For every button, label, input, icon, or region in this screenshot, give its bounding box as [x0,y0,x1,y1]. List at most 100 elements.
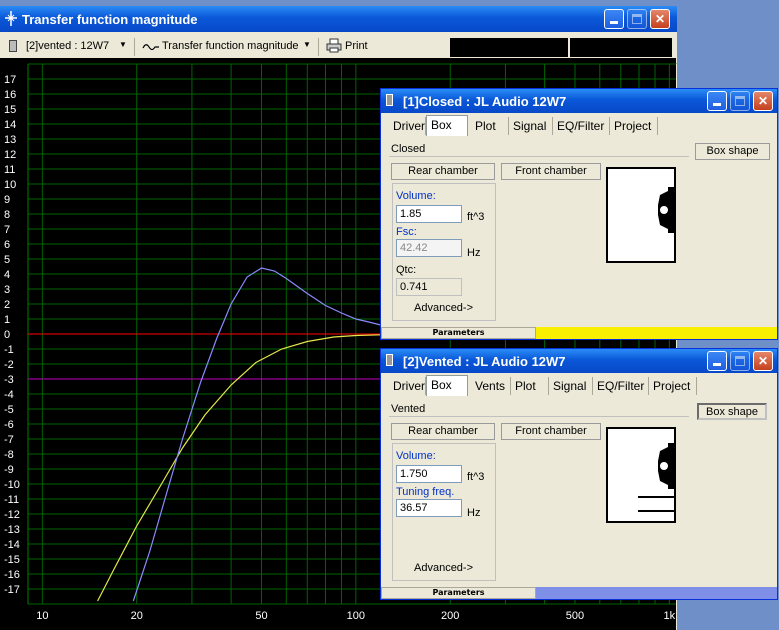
vented-box-window: [2]Vented : JL Audio 12W7 ✕ Driver Box V… [380,348,778,600]
print-button[interactable]: Print [345,40,368,52]
y-tick-label: -12 [4,509,20,521]
minimize-icon [610,21,618,24]
tab-plot[interactable]: Plot [511,377,549,395]
volume-unit: ft^3 [467,471,485,483]
printer-icon[interactable] [326,38,342,53]
tab-box[interactable]: Box [426,115,468,136]
tuning-freq-input[interactable]: 36.57 [396,499,462,517]
parameters-label: Parameters [381,587,536,599]
tab-project[interactable]: Project [610,117,658,135]
closed-maximize-button[interactable] [730,91,750,111]
box-icon [386,94,393,106]
tab-signal[interactable]: Signal [509,117,553,135]
y-tick-label: 5 [4,254,10,266]
advanced-button[interactable]: Advanced-> [414,562,473,574]
project-select[interactable]: [2]vented : 12W7 [26,40,109,52]
vented-maximize-button[interactable] [730,351,750,371]
x-tick-label: 10 [36,610,48,622]
y-tick-label: -8 [4,449,14,461]
box-type-label: Closed [389,143,689,157]
toolbar-separator [134,38,135,56]
fsc-unit: Hz [467,247,481,259]
y-tick-label: 9 [4,194,10,206]
rear-chamber-button[interactable]: Rear chamber [391,163,495,180]
x-tick-label: 500 [566,610,584,622]
tab-plot[interactable]: Plot [471,117,509,135]
y-tick-label: 16 [4,89,16,101]
vented-status-bar: Parameters [381,587,777,599]
status-display-2 [570,38,672,57]
y-tick-label: -14 [4,539,20,551]
view-select[interactable]: Transfer function magnitude [162,40,299,52]
closed-box-panel: Closed Box shape Rear chamber Front cham… [389,139,771,323]
advanced-button[interactable]: Advanced-> [414,302,473,314]
y-tick-label: 6 [4,239,10,251]
qtc-label: Qtc: [396,264,417,276]
y-tick-label: -5 [4,404,14,416]
closed-minimize-button[interactable] [707,91,727,111]
project-icon [9,40,17,52]
tab-box[interactable]: Box [426,375,468,396]
box-shape-button[interactable]: Box shape [697,403,767,420]
y-tick-label: -4 [4,389,14,401]
vented-status-fill [536,587,777,599]
main-titlebar[interactable]: Transfer function magnitude ✕ [0,6,677,32]
volume-input[interactable]: 1.85 [396,205,462,223]
chevron-down-icon[interactable]: ▼ [303,40,311,49]
y-tick-label: -1 [4,344,14,356]
closed-titlebar[interactable]: [1]Closed : JL Audio 12W7 ✕ [381,89,777,113]
qtc-value: 0.741 [396,278,462,296]
minimize-button[interactable] [604,9,624,29]
tab-eq-filter[interactable]: EQ/Filter [593,377,649,395]
x-tick-label: 50 [255,610,267,622]
vented-box-panel: Vented Box shape Rear chamber Front cham… [389,399,771,583]
y-tick-label: 13 [4,134,16,146]
y-tick-label: -13 [4,524,20,536]
tab-signal[interactable]: Signal [549,377,593,395]
x-tick-label: 100 [347,610,365,622]
y-tick-label: -3 [4,374,14,386]
rear-chamber-button[interactable]: Rear chamber [391,423,495,440]
volume-unit: ft^3 [467,211,485,223]
y-tick-label: 11 [4,164,15,176]
toolbar-separator [318,38,319,56]
volume-label: Volume: [396,450,436,462]
close-button[interactable]: ✕ [650,9,670,29]
front-chamber-button[interactable]: Front chamber [501,423,601,440]
vented-minimize-button[interactable] [707,351,727,371]
tuning-freq-unit: Hz [467,507,481,519]
vented-speaker-icon [638,443,674,512]
fsc-input: 42.42 [396,239,462,257]
y-tick-label: 7 [4,224,10,236]
y-tick-label: 10 [4,179,16,191]
tab-project[interactable]: Project [649,377,697,395]
y-tick-label: 1 [4,314,10,326]
closed-close-button[interactable]: ✕ [753,91,773,111]
wave-icon [142,44,159,51]
front-chamber-button[interactable]: Front chamber [501,163,601,180]
y-tick-label: 15 [4,104,16,116]
speaker-icon [658,171,674,259]
y-tick-label: -2 [4,359,14,371]
x-tick-label: 200 [441,610,459,622]
x-tick-label: 1k [664,610,676,622]
main-title: Transfer function magnitude [22,12,198,27]
tab-eq-filter[interactable]: EQ/Filter [553,117,610,135]
vented-titlebar[interactable]: [2]Vented : JL Audio 12W7 ✕ [381,349,777,373]
closed-status-fill [536,327,777,339]
tab-driver[interactable]: Driver [389,117,426,135]
box-preview [606,167,676,263]
box-shape-button[interactable]: Box shape [695,143,770,160]
chevron-down-icon[interactable]: ▼ [119,40,127,49]
tab-vents[interactable]: Vents [471,377,511,395]
maximize-button[interactable] [627,9,647,29]
status-display-1 [450,38,568,57]
minimize-icon [713,103,721,106]
vented-close-button[interactable]: ✕ [753,351,773,371]
volume-input[interactable]: 1.750 [396,465,462,483]
y-tick-label: -16 [4,569,20,581]
closed-box-window: [1]Closed : JL Audio 12W7 ✕ Driver Box P… [380,88,778,340]
box-preview [606,427,676,523]
tab-driver[interactable]: Driver [389,377,426,395]
volume-label: Volume: [396,190,436,202]
